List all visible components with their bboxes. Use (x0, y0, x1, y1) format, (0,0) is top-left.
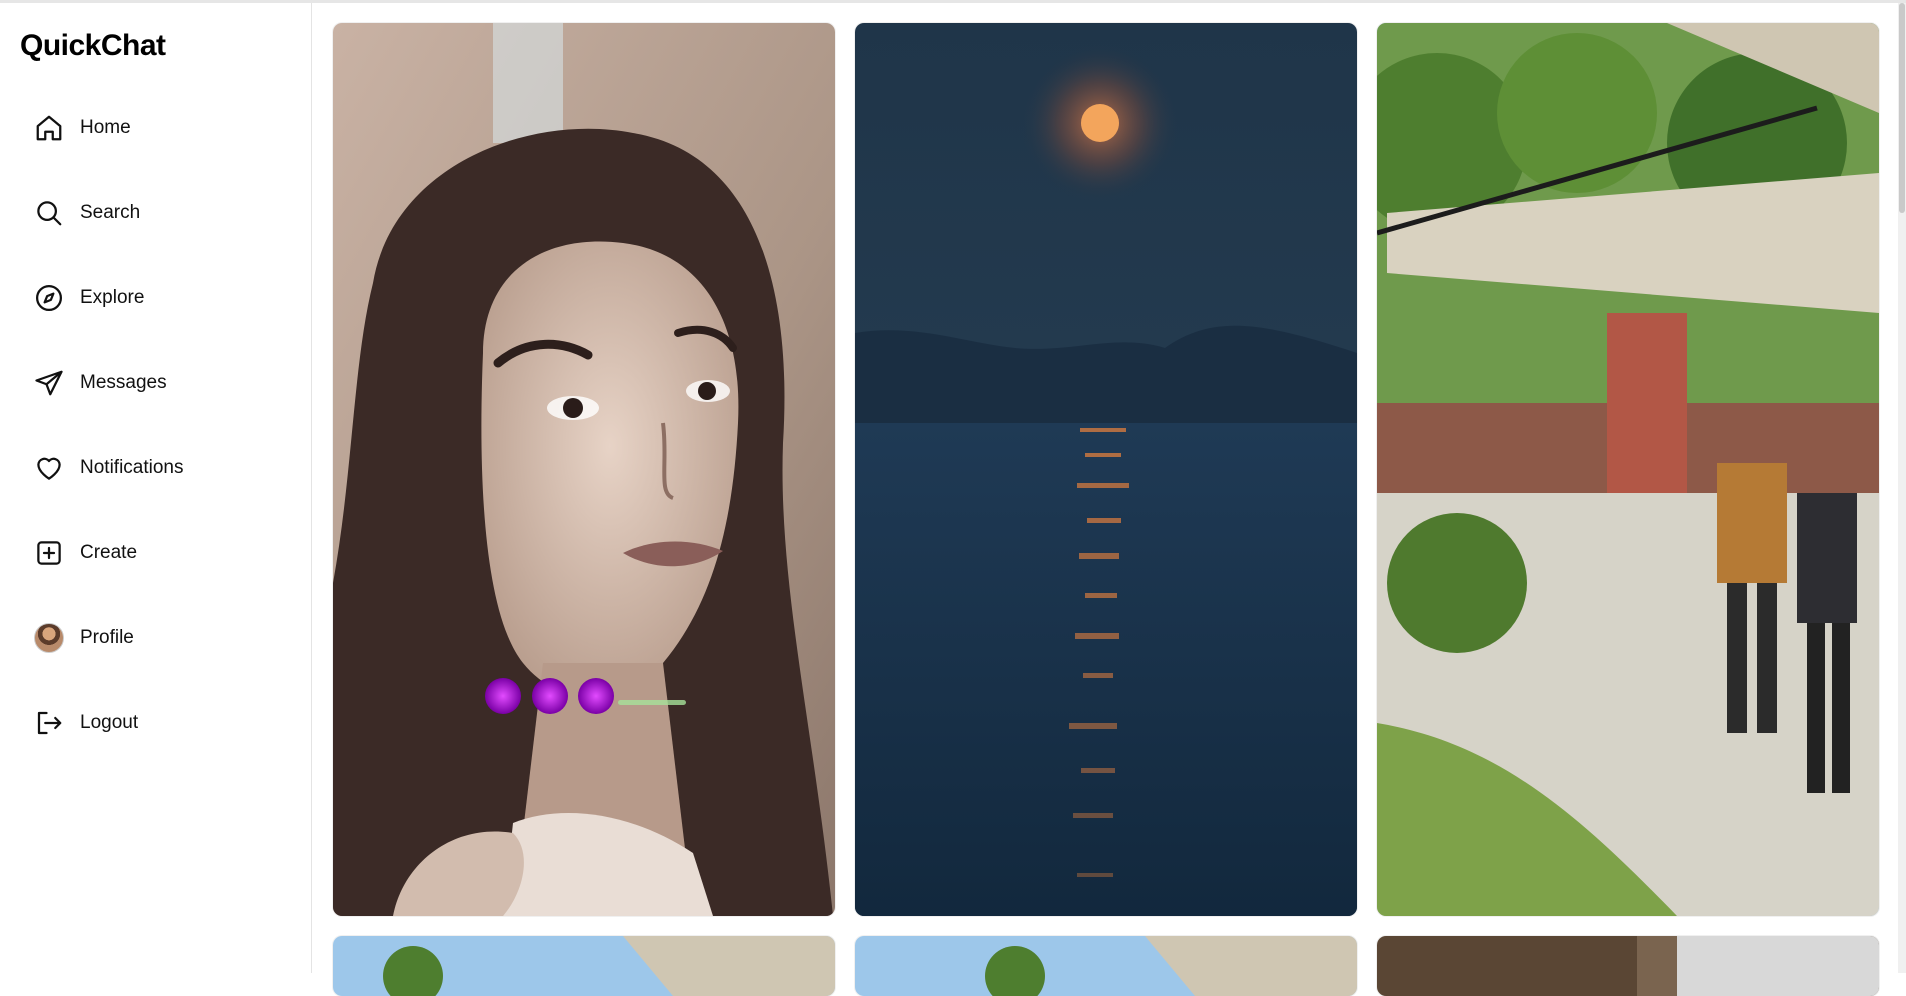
sidebar-item-search[interactable]: Search (32, 191, 292, 235)
plus-square-icon (32, 536, 66, 570)
sidebar-item-create[interactable]: Create (32, 531, 292, 575)
send-icon (32, 366, 66, 400)
sidebar-item-profile[interactable]: Profile (32, 616, 292, 660)
sidebar-item-label: Profile (80, 627, 134, 648)
sidebar-item-home[interactable]: Home (32, 106, 292, 150)
scrollbar-thumb[interactable] (1899, 3, 1905, 213)
post-tile-porch-3[interactable] (855, 936, 1357, 996)
avatar-wrapper (32, 621, 66, 655)
avatar (34, 623, 64, 653)
search-icon (32, 196, 66, 230)
sidebar-item-label: Search (80, 202, 141, 223)
sidebar-item-messages[interactable]: Messages (32, 361, 292, 405)
post-tile-moon-lake[interactable] (855, 23, 1357, 916)
sidebar-item-logout[interactable]: Logout (32, 701, 292, 745)
sidebar-item-label: Messages (80, 372, 167, 393)
sidebar-item-label: Notifications (80, 457, 184, 478)
sidebar-item-label: Create (80, 542, 138, 563)
sidebar-item-label: Explore (80, 287, 145, 308)
heart-icon (32, 451, 66, 485)
sidebar-item-explore[interactable]: Explore (32, 276, 292, 320)
home-icon (32, 111, 66, 145)
sidebar-item-notifications[interactable]: Notifications (32, 446, 292, 490)
compass-icon (32, 281, 66, 315)
post-tile-porch-2[interactable] (333, 936, 835, 996)
post-tile-building[interactable] (1377, 936, 1879, 996)
sidebar-item-label: Logout (80, 712, 139, 733)
app-logo[interactable]: QuickChat (20, 29, 166, 63)
sidebar: QuickChat Home Search Explore Messages N… (0, 3, 312, 973)
logout-icon (32, 706, 66, 740)
post-tile-portrait[interactable] (333, 23, 835, 916)
post-tile-porch[interactable] (1377, 23, 1879, 916)
sidebar-item-label: Home (80, 117, 131, 138)
